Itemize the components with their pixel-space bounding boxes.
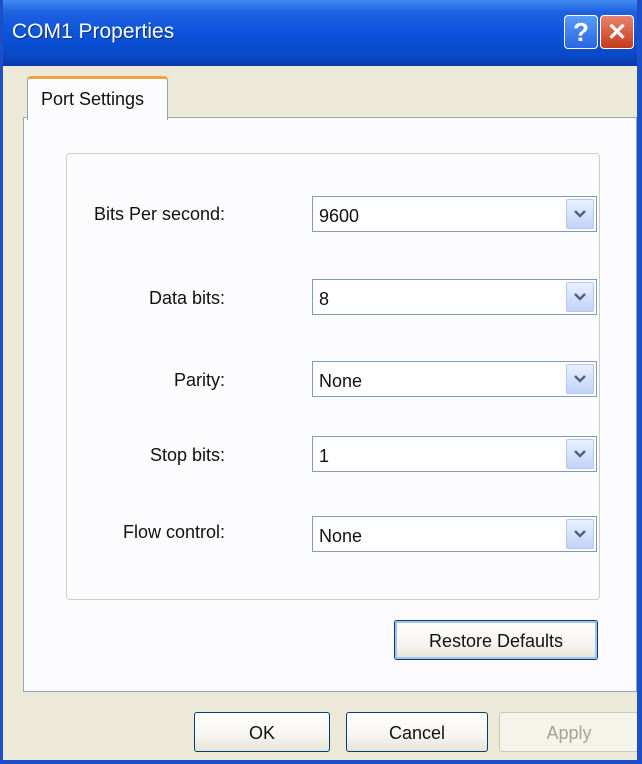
question-mark-icon: ? [573, 16, 589, 47]
chevron-down-icon [574, 450, 586, 458]
cancel-button[interactable]: Cancel [346, 712, 488, 752]
chevron-down-icon [574, 293, 586, 301]
close-button[interactable]: ✕ [600, 15, 634, 49]
stop-bits-select[interactable]: 1 [312, 436, 597, 472]
flow-control-select[interactable]: None [312, 516, 597, 552]
dropdown-button[interactable] [566, 364, 594, 394]
data-bits-select[interactable]: 8 [312, 279, 597, 315]
combo-value: None [319, 371, 363, 391]
combo-value: None [319, 526, 363, 546]
stop-bits-label: Stop bits: [149, 445, 225, 465]
settings-group: Bits Per second: 9600 Data bits: 8 Parit… [66, 153, 600, 600]
combo-value: 1 [319, 446, 330, 466]
chevron-down-icon [574, 530, 586, 538]
title-bar[interactable]: COM1 Properties ? ✕ [3, 0, 637, 66]
help-button[interactable]: ? [564, 15, 598, 49]
apply-button[interactable]: Apply [499, 712, 637, 752]
bits-per-second-select[interactable]: 9600 [312, 196, 597, 232]
window-title: COM1 Properties [12, 20, 175, 43]
data-bits-label: Data bits: [148, 288, 225, 308]
tab-label: Port Settings [41, 89, 145, 109]
dropdown-button[interactable] [566, 439, 594, 469]
close-icon: ✕ [606, 18, 628, 46]
combo-value: 9600 [319, 206, 360, 226]
dialog-window: COM1 Properties ? ✕ Port Settings Bits P… [0, 0, 642, 764]
dropdown-button[interactable] [566, 199, 594, 229]
flow-control-label: Flow control: [122, 522, 225, 542]
dropdown-button[interactable] [566, 519, 594, 549]
chevron-down-icon [574, 375, 586, 383]
chevron-down-icon [574, 210, 586, 218]
parity-select[interactable]: None [312, 361, 597, 397]
restore-defaults-button[interactable]: Restore Defaults [394, 620, 598, 660]
tab-panel: Bits Per second: 9600 Data bits: 8 Parit… [23, 117, 637, 692]
tab-port-settings[interactable]: Port Settings [27, 76, 168, 120]
ok-button[interactable]: OK [194, 712, 330, 752]
dropdown-button[interactable] [566, 282, 594, 312]
combo-value: 8 [319, 289, 330, 309]
parity-label: Parity: [173, 370, 225, 390]
bits-per-second-label: Bits Per second: [93, 204, 225, 224]
